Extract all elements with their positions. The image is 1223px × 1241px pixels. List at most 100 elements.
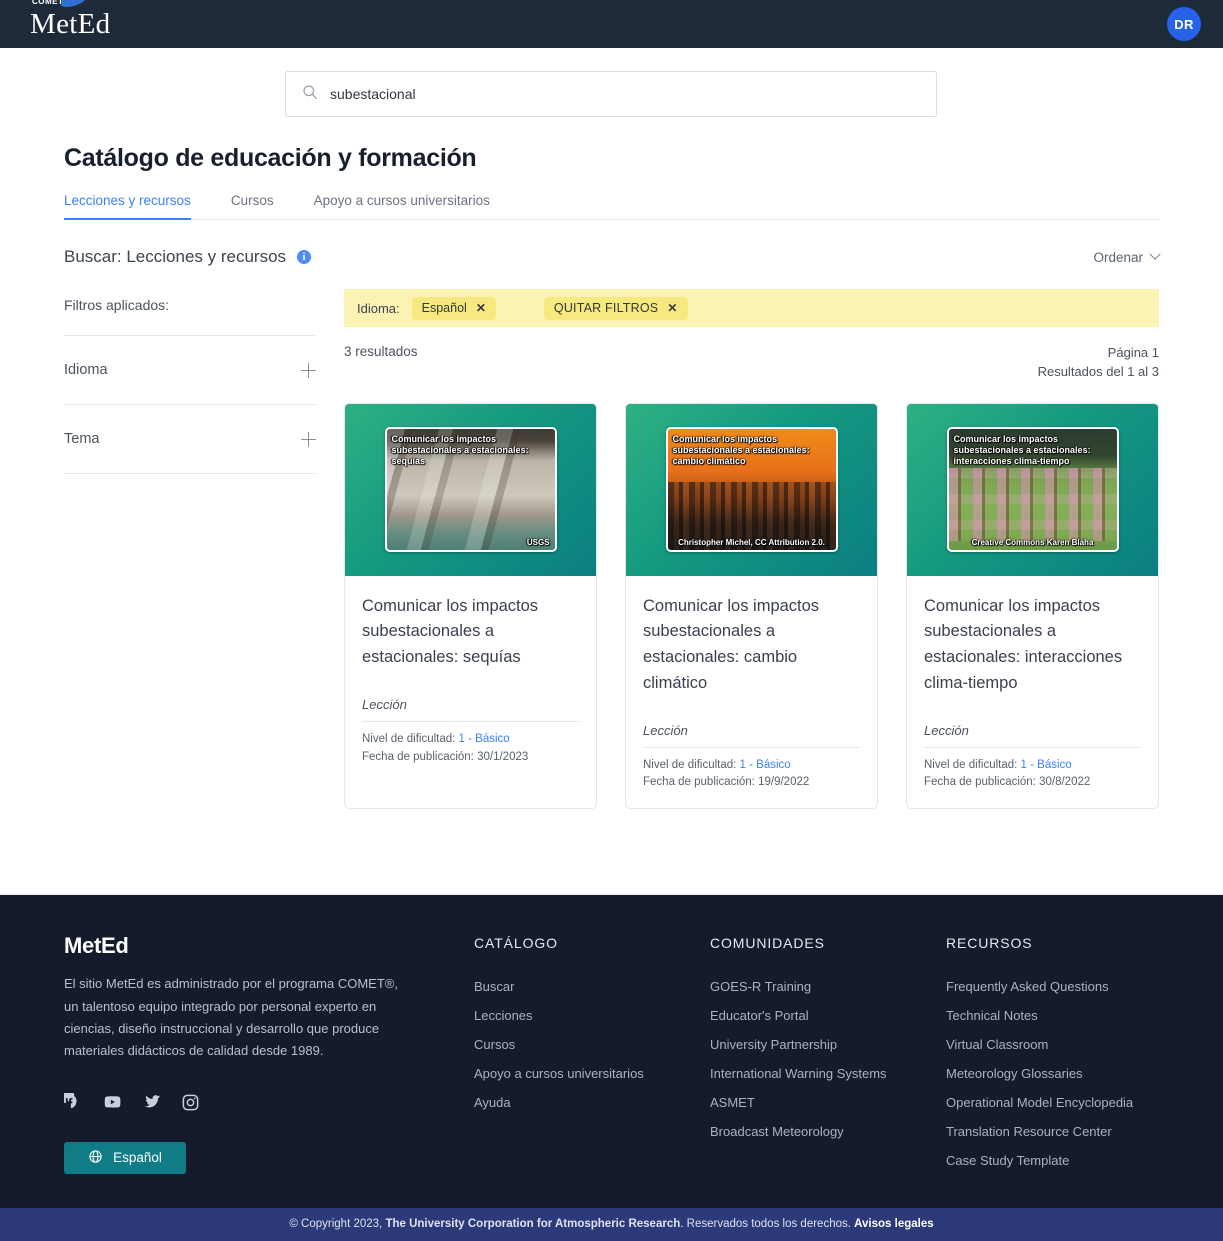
results-meta-row: 3 resultados Página 1 Resultados del 1 a… — [344, 344, 1159, 382]
thumbnail-title: Comunicar los impactos subestacionales a… — [954, 434, 1112, 467]
bottom-spacer — [64, 809, 1159, 894]
close-icon[interactable]: ✕ — [667, 301, 677, 315]
card-date-row: Fecha de publicación: 30/1/2023 — [362, 749, 579, 767]
filter-chip-label: Español — [422, 301, 467, 315]
card-date-row: Fecha de publicación: 30/8/2022 — [924, 774, 1141, 792]
result-card[interactable]: Comunicar los impactos subestacionales a… — [625, 403, 878, 810]
filter-group-label: Tema — [64, 431, 99, 447]
card-difficulty-value[interactable]: 1 - Básico — [740, 759, 791, 771]
footer-link-case-study-template[interactable]: Case Study Template — [946, 1153, 1159, 1168]
card-difficulty-row: Nivel de dificultad: 1 - Básico — [643, 757, 860, 775]
twitter-icon[interactable] — [142, 1093, 162, 1112]
footer-link-translation-resource-center[interactable]: Translation Resource Center — [946, 1124, 1159, 1139]
thumbnail-title: Comunicar los impactos subestacionales a… — [392, 434, 550, 467]
applied-filters-bar: Idioma: Español ✕ QUITAR FILTROS ✕ — [344, 289, 1159, 327]
footer-link-lecciones[interactable]: Lecciones — [474, 1008, 710, 1023]
sort-dropdown[interactable]: Ordenar — [1093, 250, 1159, 265]
card-type: Lección — [924, 723, 1141, 748]
tab-apoyo-cursos-universitarios[interactable]: Apoyo a cursos universitarios — [314, 187, 508, 219]
filter-group-label: Idioma — [64, 362, 108, 378]
footer-links: GOES-R Training Educator's Portal Univer… — [710, 979, 946, 1139]
footer-link-international-warning-systems[interactable]: International Warning Systems — [710, 1066, 946, 1081]
meted-logo[interactable]: COMET MetEd — [30, 10, 110, 39]
card-title[interactable]: Comunicar los impactos subestacionales a… — [643, 594, 860, 697]
avatar[interactable]: DR — [1167, 7, 1201, 41]
footer-column-recursos: RECURSOS Frequently Asked Questions Tech… — [946, 933, 1159, 1173]
page-root: COMET MetEd DR Catálogo de educación y f… — [0, 0, 1223, 1241]
facebook-icon[interactable] — [64, 1093, 83, 1112]
footer-link-educators-portal[interactable]: Educator's Portal — [710, 1008, 946, 1023]
footer-link-goes-r-training[interactable]: GOES-R Training — [710, 979, 946, 994]
footer-column-heading: CATÁLOGO — [474, 935, 710, 951]
card-meta: Nivel de dificultad: 1 - Básico Fecha de… — [924, 757, 1141, 793]
filter-group-idioma[interactable]: Idioma — [64, 336, 316, 405]
pagination-info: Página 1 Resultados del 1 al 3 — [1038, 344, 1159, 382]
footer-link-meteorology-glossaries[interactable]: Meteorology Glossaries — [946, 1066, 1159, 1081]
card-difficulty-value[interactable]: 1 - Básico — [1021, 759, 1072, 771]
card-difficulty-label: Nivel de dificultad: — [924, 759, 1017, 771]
footer-link-technical-notes[interactable]: Technical Notes — [946, 1008, 1159, 1023]
filter-group-tema[interactable]: Tema — [64, 405, 316, 474]
card-difficulty-value[interactable]: 1 - Básico — [459, 733, 510, 745]
footer-link-buscar[interactable]: Buscar — [474, 979, 710, 994]
card-banner: Comunicar los impactos subestacionales a… — [907, 404, 1158, 576]
thumbnail-title: Comunicar los impactos subestacionales a… — [673, 434, 831, 467]
close-icon[interactable]: ✕ — [476, 301, 486, 315]
footer-column-heading: RECURSOS — [946, 935, 1159, 951]
thumbnail-credit: USGS — [392, 538, 550, 547]
footer-link-apoyo-cursos[interactable]: Apoyo a cursos universitarios — [474, 1066, 710, 1081]
legal-notices-link[interactable]: Avisos legales — [854, 1218, 933, 1230]
card-date-value: 30/8/2022 — [1039, 776, 1090, 788]
search-input[interactable] — [330, 86, 920, 102]
main-content: Catálogo de educación y formación Leccio… — [0, 144, 1223, 894]
info-icon[interactable]: i — [297, 250, 311, 264]
footer-link-faq[interactable]: Frequently Asked Questions — [946, 979, 1159, 994]
copyright-org: The University Corporation for Atmospher… — [385, 1218, 680, 1230]
tab-cursos[interactable]: Cursos — [231, 187, 292, 219]
footer-link-ayuda[interactable]: Ayuda — [474, 1095, 710, 1110]
youtube-icon[interactable] — [102, 1093, 123, 1112]
result-card[interactable]: Comunicar los impactos subestacionales a… — [906, 403, 1159, 810]
footer-link-university-partnership[interactable]: University Partnership — [710, 1037, 946, 1052]
footer-link-virtual-classroom[interactable]: Virtual Classroom — [946, 1037, 1159, 1052]
card-difficulty-label: Nivel de dificultad: — [362, 733, 455, 745]
search-scope-row: Buscar: Lecciones y recursos i Ordenar — [64, 247, 1159, 267]
filter-chip-espanol[interactable]: Español ✕ — [412, 297, 496, 320]
footer-link-cursos[interactable]: Cursos — [474, 1037, 710, 1052]
filters-sidebar: Filtros aplicados: Idioma Tema — [64, 289, 316, 474]
instagram-icon[interactable] — [181, 1093, 200, 1112]
card-body: Comunicar los impactos subestacionales a… — [907, 576, 1158, 809]
chevron-down-icon — [1149, 249, 1160, 260]
top-header-bar: COMET MetEd DR — [0, 0, 1223, 48]
results-range: Resultados del 1 al 3 — [1038, 363, 1159, 382]
sort-label: Ordenar — [1093, 250, 1143, 265]
card-title[interactable]: Comunicar los impactos subestacionales a… — [362, 594, 579, 671]
results-count: 3 resultados — [344, 344, 418, 359]
search-scope-label: Buscar: Lecciones y recursos — [64, 247, 286, 267]
copyright-bar: © Copyright 2023, The University Corpora… — [0, 1208, 1223, 1241]
tab-lecciones-y-recursos[interactable]: Lecciones y recursos — [64, 187, 209, 219]
result-card[interactable]: Comunicar los impactos subestacionales a… — [344, 403, 597, 810]
copyright-prefix: © Copyright 2023, — [289, 1218, 382, 1230]
card-title[interactable]: Comunicar los impactos subestacionales a… — [924, 594, 1141, 697]
clear-filters-chip[interactable]: QUITAR FILTROS ✕ — [544, 297, 688, 320]
footer-link-asmet[interactable]: ASMET — [710, 1095, 946, 1110]
card-date-label: Fecha de publicación: — [924, 776, 1036, 788]
footer-link-operational-model-encyclopedia[interactable]: Operational Model Encyclopedia — [946, 1095, 1159, 1110]
card-type: Lección — [643, 723, 860, 748]
card-meta: Nivel de dificultad: 1 - Básico Fecha de… — [643, 757, 860, 793]
applied-filter-group-label: Idioma: — [357, 301, 400, 316]
language-button[interactable]: Español — [64, 1142, 186, 1174]
clear-filters-label: QUITAR FILTROS — [554, 301, 658, 315]
card-meta: Nivel de dificultad: 1 - Básico Fecha de… — [362, 731, 579, 767]
card-date-value: 19/9/2022 — [758, 776, 809, 788]
comet-label: COMET — [32, 0, 63, 6]
footer-column-comunidades: COMUNIDADES GOES-R Training Educator's P… — [710, 933, 946, 1173]
search-box[interactable] — [285, 71, 937, 117]
card-difficulty-label: Nivel de dificultad: — [643, 759, 736, 771]
plus-icon[interactable] — [301, 432, 316, 447]
thumbnail-credit: Creative Commons Karen Blaha — [954, 538, 1112, 547]
card-body: Comunicar los impactos subestacionales a… — [626, 576, 877, 809]
footer-link-broadcast-meteorology[interactable]: Broadcast Meteorology — [710, 1124, 946, 1139]
plus-icon[interactable] — [301, 363, 316, 378]
